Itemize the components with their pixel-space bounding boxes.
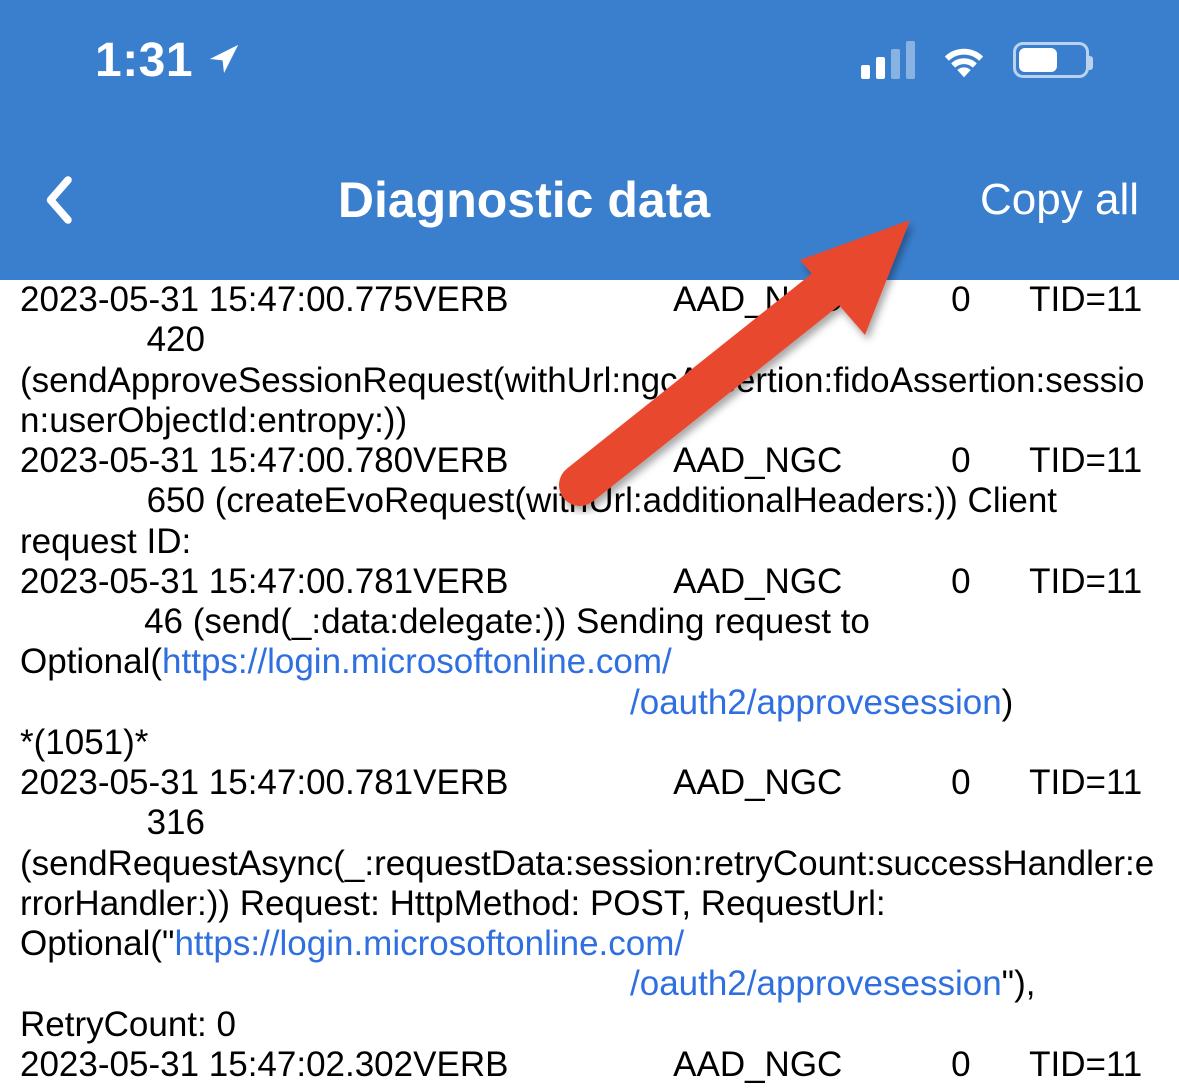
log-zero: 0 — [951, 763, 1029, 803]
log-category: AAD_NGC — [673, 280, 951, 320]
log-level: VERB — [413, 1045, 673, 1085]
log-message: 46 (send(_:data:delegate:)) Sending requ… — [20, 602, 1159, 723]
log-lineno: 46 — [20, 602, 183, 642]
log-entry-header: 2023-05-31 15:47:00.781 VERB AAD_NGC 0 T… — [20, 763, 1159, 803]
log-text: (sendApproveSessionRequest(withUrl:ngcAs… — [20, 361, 1144, 440]
log-url-link[interactable]: /oauth2/approvesession — [630, 964, 1002, 1003]
log-entry-header: 2023-05-31 15:47:00.775 VERB AAD_NGC 0 T… — [20, 280, 1159, 320]
log-tid: TID=11 — [1029, 441, 1142, 481]
log-zero: 0 — [951, 441, 1029, 481]
log-timestamp: 2023-05-31 15:47:00.781 — [20, 562, 413, 602]
log-timestamp: 2023-05-31 15:47:02.302 — [20, 1045, 413, 1085]
log-lineno: 650 — [20, 481, 205, 521]
app-header: 1:31 — [0, 0, 1179, 280]
log-timestamp: 2023-05-31 15:47:00.780 — [20, 441, 413, 481]
log-lineno: 420 — [20, 320, 205, 360]
log-url-link[interactable]: /oauth2/approvesession — [630, 683, 1002, 722]
back-button[interactable] — [28, 170, 88, 230]
status-bar: 1:31 — [0, 0, 1179, 120]
log-tid: TID=11 — [1029, 1045, 1142, 1085]
log-entry-header: 2023-05-31 15:47:02.302 VERB AAD_NGC 0 T… — [20, 1045, 1159, 1085]
status-left: 1:31 — [95, 33, 241, 88]
log-entry-header: 2023-05-31 15:47:00.781 VERB AAD_NGC 0 T… — [20, 562, 1159, 602]
log-zero: 0 — [951, 1045, 1029, 1085]
log-category: AAD_NGC — [673, 441, 951, 481]
cellular-signal-icon — [861, 41, 915, 79]
log-url-link[interactable]: https://login.microsoftonline.com/ — [174, 924, 684, 963]
location-arrow-icon — [207, 33, 241, 88]
log-tid: TID=11 — [1029, 763, 1142, 803]
log-category: AAD_NGC — [673, 562, 951, 602]
log-level: VERB — [413, 763, 673, 803]
log-tid: TID=11 — [1029, 280, 1142, 320]
log-level: VERB — [413, 562, 673, 602]
log-message: 650 (createEvoRequest(withUrl:additional… — [20, 481, 1159, 562]
log-level: VERB — [413, 280, 673, 320]
nav-bar: Diagnostic data Copy all — [0, 120, 1179, 280]
log-category: AAD_NGC — [673, 763, 951, 803]
copy-all-button[interactable]: Copy all — [960, 175, 1139, 225]
status-time: 1:31 — [95, 33, 193, 88]
log-message: 420 (sendApproveSessionRequest(withUrl:n… — [20, 320, 1159, 441]
log-viewer[interactable]: 2023-05-31 15:47:00.775 VERB AAD_NGC 0 T… — [0, 280, 1179, 1085]
log-tid: TID=11 — [1029, 562, 1142, 602]
log-text: ) — [1002, 683, 1014, 722]
log-category: AAD_NGC — [673, 1045, 951, 1085]
status-right — [861, 41, 1089, 79]
log-extra: *(1051)* — [20, 723, 1159, 763]
battery-icon — [1013, 42, 1089, 78]
log-timestamp: 2023-05-31 15:47:00.781 — [20, 763, 413, 803]
wifi-icon — [941, 42, 987, 78]
page-title: Diagnostic data — [88, 171, 960, 229]
log-timestamp: 2023-05-31 15:47:00.775 — [20, 280, 413, 320]
log-level: VERB — [413, 441, 673, 481]
log-entry-header: 2023-05-31 15:47:00.780 VERB AAD_NGC 0 T… — [20, 441, 1159, 481]
log-message: 316 (sendRequestAsync(_:requestData:sess… — [20, 803, 1159, 1045]
log-lineno: 316 — [20, 803, 205, 843]
log-zero: 0 — [951, 562, 1029, 602]
log-url-link[interactable]: https://login.microsoftonline.com/ — [162, 642, 672, 681]
chevron-left-icon — [43, 175, 73, 225]
log-zero: 0 — [951, 280, 1029, 320]
